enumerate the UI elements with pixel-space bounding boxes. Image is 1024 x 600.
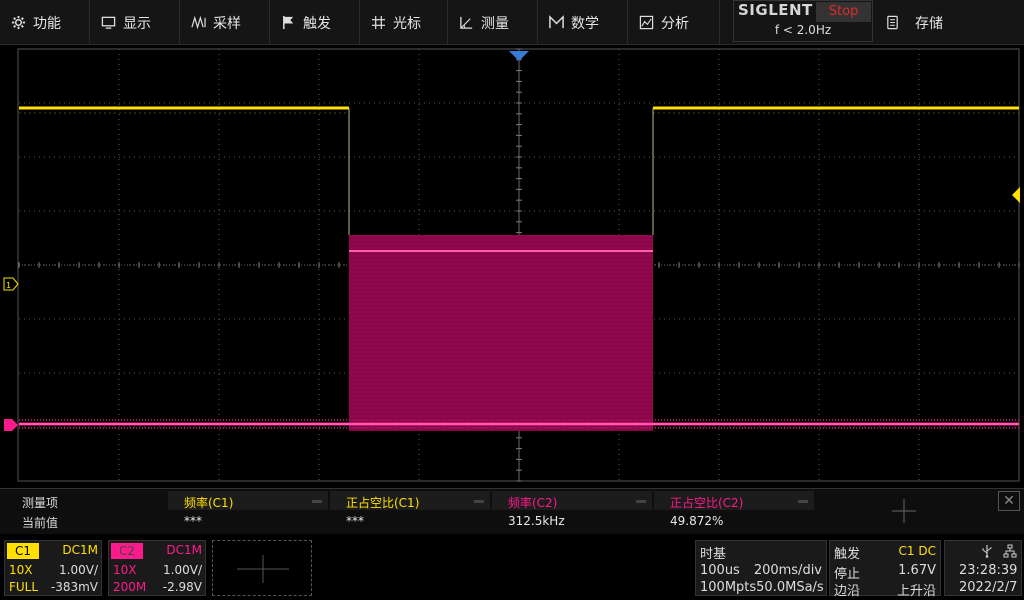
ch2-waveform xyxy=(19,235,1019,431)
menu-measure[interactable]: 测量 xyxy=(448,0,538,45)
menu-trigger[interactable]: 触发 xyxy=(270,0,360,45)
ch1-row-3: FULL -383mV xyxy=(9,580,98,594)
analysis-icon xyxy=(638,15,654,31)
ch2-info-box[interactable]: C2 DC1M 10X 1.00V/ 200M -2.98V xyxy=(108,540,206,596)
trigger-frequency: f < 2.0Hz xyxy=(774,23,832,37)
trigger-position-marker[interactable] xyxy=(509,51,529,61)
ch2-tag: C2 xyxy=(111,543,143,559)
measure-row-header: 测量项 xyxy=(22,496,59,510)
menu-storage[interactable]: 存储 xyxy=(885,0,943,45)
flag-icon xyxy=(280,15,296,31)
measure-col-1-dash xyxy=(312,500,322,503)
menu-acquire[interactable]: 采样 xyxy=(180,0,270,45)
measure-row-value-label: 当前值 xyxy=(22,516,59,530)
cursor-icon xyxy=(370,15,386,31)
trigger-row-2: 边沿 上升沿 xyxy=(834,580,936,599)
menu-display-label: 显示 xyxy=(123,15,151,32)
trigger-level-marker[interactable] xyxy=(1012,187,1020,203)
monitor-icon xyxy=(100,15,116,31)
timebase-sample-rate: 50.0MSa/s xyxy=(756,580,824,595)
ch2-coupling-row: DC1M xyxy=(166,543,202,557)
usb-icon xyxy=(981,544,993,562)
waveform-display[interactable]: 1 xyxy=(0,47,1024,484)
ch2-row-3: 200M -2.98V xyxy=(113,580,202,594)
measure-3-value: 312.5kHz xyxy=(508,514,565,528)
menu-math[interactable]: 数学 xyxy=(538,0,628,45)
ch1-coupling: DC1M xyxy=(62,543,98,557)
menu-trigger-label: 触发 xyxy=(303,15,331,32)
measure-col-2-dash xyxy=(474,500,484,503)
menu-analysis[interactable]: 分析 xyxy=(628,0,720,45)
run-stop-indicator[interactable]: Stop xyxy=(816,2,871,22)
measure-icon xyxy=(458,15,474,31)
menu-acquire-label: 采样 xyxy=(213,15,241,32)
clock-date: 2022/2/7 xyxy=(959,580,1018,595)
ch2-probe: 10X xyxy=(113,563,137,577)
timebase-scale: 200ms/div xyxy=(753,563,822,578)
timebase-memory: 100Mpts xyxy=(700,580,757,595)
ch1-probe: 10X xyxy=(9,563,33,577)
menu-math-label: 数学 xyxy=(571,15,599,32)
add-icon xyxy=(237,555,289,583)
measure-col-4-dash xyxy=(798,500,808,503)
math-icon xyxy=(548,15,564,31)
clock-time: 23:28:39 xyxy=(959,563,1018,578)
trigger-type: 边沿 xyxy=(834,584,861,599)
trigger-source: C1 DC xyxy=(898,544,936,558)
measure-1-name[interactable]: 频率(C1) xyxy=(184,494,233,510)
measure-3-name[interactable]: 频率(C2) xyxy=(508,494,557,510)
menu-function-label: 功能 xyxy=(33,15,61,32)
trigger-slope: 上升沿 xyxy=(896,584,936,599)
timebase-box[interactable]: 时基 100us 200ms/div 100Mpts 50.0MSa/s xyxy=(695,540,827,596)
ch1-row-2: 10X 1.00V/ xyxy=(9,563,98,577)
measure-2-value: *** xyxy=(346,514,364,528)
status-box: SIGLENT Stop f < 2.0Hz xyxy=(733,0,873,42)
menu-storage-label: 存储 xyxy=(915,15,943,32)
menu-measure-label: 测量 xyxy=(481,15,509,32)
timebase-row-1: 100us 200ms/div xyxy=(700,563,822,578)
menu-cursors[interactable]: 光标 xyxy=(360,0,448,45)
storage-icon xyxy=(885,15,901,31)
add-measurement-icon[interactable] xyxy=(890,497,918,525)
ch1-bandwidth: FULL xyxy=(9,580,39,594)
gear-icon xyxy=(10,15,26,31)
ch2-offset: -2.98V xyxy=(162,580,202,594)
ch2-scale: 1.00V/ xyxy=(163,563,202,577)
ch1-coupling-row: DC1M xyxy=(62,543,98,557)
brand-logo: SIGLENT xyxy=(738,1,813,19)
close-icon[interactable]: ✕ xyxy=(998,491,1020,511)
ch1-info-box[interactable]: C1 DC1M 10X 1.00V/ FULL -383mV xyxy=(4,540,102,596)
ch1-offset: -383mV xyxy=(50,580,98,594)
acquire-icon xyxy=(190,15,206,31)
menu-cursors-label: 光标 xyxy=(393,15,421,32)
clock-box: 23:28:39 2022/2/7 xyxy=(944,540,1022,596)
add-channel-slot[interactable] xyxy=(212,540,312,596)
network-icon xyxy=(1003,544,1017,562)
ch2-coupling: DC1M xyxy=(166,543,202,557)
menu-display[interactable]: 显示 xyxy=(90,0,180,45)
menu-analysis-label: 分析 xyxy=(661,15,689,32)
top-menu-bar: 功能 显示 采样 触发 光标 测量 数学 分析 SIGLENT Stop f <… xyxy=(0,0,1024,45)
trigger-title: 触发 xyxy=(834,547,861,562)
measure-4-value: 49.872% xyxy=(670,514,724,528)
svg-text:1: 1 xyxy=(6,281,11,290)
measure-1-value: *** xyxy=(184,514,202,528)
trigger-box[interactable]: 触发 C1 DC 停止 1.67V 边沿 上升沿 xyxy=(829,540,941,599)
timebase-row-2: 100Mpts 50.0MSa/s xyxy=(700,580,824,595)
ch2-row-2: 10X 1.00V/ xyxy=(113,563,202,577)
measure-2-name[interactable]: 正占空比(C1) xyxy=(346,494,419,510)
ch1-tag: C1 xyxy=(7,543,39,559)
timebase-delay: 100us xyxy=(700,563,740,578)
measurement-panel: 测量项 当前值 频率(C1) *** 正占空比(C1) *** 频率(C2) 3… xyxy=(0,488,1024,534)
ch1-scale: 1.00V/ xyxy=(59,563,98,577)
ch2-offset-marker[interactable] xyxy=(4,419,18,431)
timebase-title: 时基 xyxy=(700,547,727,562)
measure-col-3-dash xyxy=(636,500,646,503)
measure-4-name[interactable]: 正占空比(C2) xyxy=(670,494,743,510)
ch2-bandwidth: 200M xyxy=(113,580,147,594)
ch1-offset-marker[interactable]: 1 xyxy=(3,277,19,291)
menu-function[interactable]: 功能 xyxy=(0,0,90,45)
bottom-status-bar: C1 DC1M 10X 1.00V/ FULL -383mV C2 DC1M 1… xyxy=(0,538,1024,600)
